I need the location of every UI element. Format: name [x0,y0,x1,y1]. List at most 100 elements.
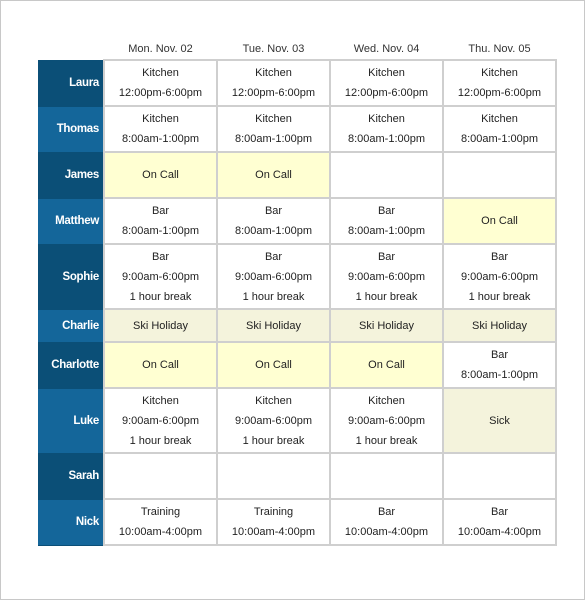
shift-text-line: Bar [490,250,509,263]
employee-name: Sarah [38,453,104,500]
empty-shift-cell [103,452,218,500]
shift-text-line: Bar [151,250,170,263]
shift-text-line: 10:00am-4:00pm [344,526,429,538]
shift-text-line: Ski Holiday [471,319,528,332]
shift-cell: Training 10:00am-4:00pm [103,498,218,546]
schedule-row: Matthew Bar 8:00am-1:00pm Bar 8:00am-1:00pm B… [38,197,557,245]
shift-cell: Bar 8:00am-1:00pm [216,197,331,245]
shift-text-line: 8:00am-1:00pm [347,133,426,145]
shift-text-line: 8:00am-1:00pm [347,225,426,237]
shift-text-line: Bar [377,250,396,263]
header-corner [38,39,104,60]
oncall-cell: On Call [442,197,557,245]
shift-text-line: Training [140,506,181,518]
shift-text-line: 9:00am-6:00pm [347,414,426,427]
shift-text-line: Ski Holiday [358,319,415,332]
shift-cell: Kitchen 9:00am-6:00pm 1 hour break [216,387,331,454]
schedule-row: Charlie Ski Holiday Ski Holiday Ski Holiday… [38,308,557,343]
shift-text-line: 10:00am-4:00pm [231,526,316,538]
shift-text-line: Ski Holiday [245,319,302,332]
schedule-row: Sarah [38,452,557,500]
shift-text-line: 12:00pm-6:00pm [457,87,542,99]
oncall-cell: On Call [216,341,331,389]
page-frame: Mon. Nov. 02 Tue. Nov. 03 Wed. Nov. 04 T… [0,0,585,600]
shift-cell: Kitchen 8:00am-1:00pm [329,105,444,153]
shift-text-line: Kitchen [368,67,405,79]
shift-text-line: Kitchen [368,113,405,125]
shift-text-line: On Call [255,169,292,181]
shift-cell: Bar 8:00am-1:00pm [442,341,557,389]
holiday-cell: Sick [442,387,557,454]
shift-cell: Bar 10:00am-4:00pm [329,498,444,546]
shift-text-line: Kitchen [481,67,518,79]
oncall-cell: On Call [329,341,444,389]
shift-text-line: On Call [142,359,179,371]
shift-text-line: 9:00am-6:00pm [347,270,426,283]
shift-text-line: Kitchen [255,394,292,407]
employee-name: James [38,152,104,199]
oncall-cell: On Call [103,341,218,389]
holiday-cell: Ski Holiday [442,308,557,343]
shift-text-line: Training [253,506,294,518]
shift-text-line: 8:00am-1:00pm [121,133,200,145]
shift-text-line: 9:00am-6:00pm [460,270,539,283]
employee-name: Laura [38,60,104,107]
shift-text-line: On Call [255,359,292,371]
employee-name: Luke [38,388,104,454]
shift-text-line: Bar [377,506,396,518]
shift-cell: Bar 8:00am-1:00pm [103,197,218,245]
shift-text-line: 1 hour break [129,290,192,303]
employee-name: Thomas [38,106,104,153]
shift-cell: Training 10:00am-4:00pm [216,498,331,546]
shift-text-line: Bar [151,205,170,217]
schedule-row: Sophie Bar 9:00am-6:00pm 1 hour break Bar 9:0… [38,243,557,310]
schedule-row: Laura Kitchen 12:00pm-6:00pm Kitchen 12:00pm… [38,59,557,107]
empty-shift-cell [216,452,331,500]
shift-cell: Kitchen 8:00am-1:00pm [103,105,218,153]
schedule-body: Laura Kitchen 12:00pm-6:00pm Kitchen 12:00pm… [38,59,557,546]
schedule-row: Nick Training 10:00am-4:00pm Training 10:00a… [38,498,557,546]
holiday-cell: Ski Holiday [216,308,331,343]
shift-text-line: On Call [481,215,518,227]
day-header: Tue. Nov. 03 [242,43,305,55]
shift-text-line: 9:00am-6:00pm [121,414,200,427]
shift-text-line: Kitchen [255,113,292,125]
shift-text-line: 9:00am-6:00pm [234,414,313,427]
shift-text-line: Bar [490,506,509,518]
empty-shift-cell [442,151,557,199]
shift-text-line: Kitchen [142,67,179,79]
day-header: Thu. Nov. 05 [468,43,531,55]
day-header: Mon. Nov. 02 [128,43,193,55]
shift-text-line: 12:00pm-6:00pm [118,87,203,99]
shift-text-line: 10:00am-4:00pm [118,526,203,538]
day-header: Wed. Nov. 04 [353,43,420,55]
shift-text-line: 8:00am-1:00pm [234,133,313,145]
employee-name: Charlie [38,309,104,343]
shift-text-line: Ski Holiday [132,319,189,332]
shift-cell: Kitchen 12:00pm-6:00pm [103,59,218,107]
shift-text-line: Sick [489,414,510,427]
shift-cell: Kitchen 8:00am-1:00pm [216,105,331,153]
shift-text-line: On Call [142,169,179,181]
shift-text-line: 1 hour break [242,290,305,303]
shift-text-line: 9:00am-6:00pm [121,270,200,283]
shift-text-line: 8:00am-1:00pm [121,225,200,237]
shift-text-line: Kitchen [368,394,405,407]
holiday-cell: Ski Holiday [103,308,218,343]
schedule-row: Luke Kitchen 9:00am-6:00pm 1 hour break Kitc… [38,387,557,454]
shift-cell: Kitchen 12:00pm-6:00pm [442,59,557,107]
employee-name: Sophie [38,244,104,310]
shift-text-line: Bar [264,205,283,217]
shift-text-line: Kitchen [255,67,292,79]
shift-cell: Bar 9:00am-6:00pm 1 hour break [103,243,218,310]
employee-name: Charlotte [38,342,104,389]
employee-name: Matthew [38,198,104,245]
shift-text-line: Bar [377,205,396,217]
shift-cell: Bar 10:00am-4:00pm [442,498,557,546]
shift-text-line: 8:00am-1:00pm [460,369,539,381]
employee-name: Nick [38,499,104,546]
shift-text-line: 12:00pm-6:00pm [231,87,316,99]
shift-text-line: 1 hour break [355,434,418,447]
shift-text-line: 8:00am-1:00pm [234,225,313,237]
shift-cell: Kitchen 9:00am-6:00pm 1 hour break [103,387,218,454]
